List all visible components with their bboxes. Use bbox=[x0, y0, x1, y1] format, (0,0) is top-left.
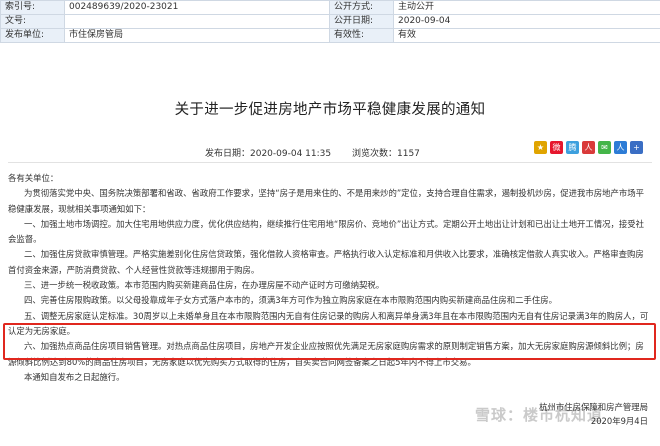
share-toolbar: ★ 微腾人 ✉ 人 + bbox=[534, 141, 643, 154]
greeting: 各有关单位： bbox=[8, 173, 59, 183]
docno-label: 文号: bbox=[0, 14, 65, 29]
more-icon[interactable]: + bbox=[630, 141, 643, 154]
issuer-label: 发布单位: bbox=[0, 28, 65, 43]
divider bbox=[8, 162, 652, 163]
favorite-icon[interactable]: ★ bbox=[534, 141, 547, 154]
paragraph-2: 二、加强住房贷款审慎管理。严格实施差别化住房信贷政策，强化借款人资格审查。严格执… bbox=[8, 249, 644, 275]
closing-line: 本通知自发布之日起施行。 bbox=[24, 371, 125, 382]
signature-org: 杭州市住房保障和房产管理局 bbox=[539, 402, 648, 412]
index-label: 索引号: bbox=[0, 0, 65, 15]
highlight-box bbox=[3, 323, 656, 360]
paragraph-4: 四、完善住房限购政策。以父母投靠成年子女方式落户本市的，须满3年方可作为独立购房… bbox=[24, 295, 557, 306]
issuer-value: 市住保房管局 bbox=[64, 28, 330, 43]
disclosure-label: 公开方式: bbox=[329, 0, 394, 15]
disclosure-value: 主动公开 bbox=[393, 0, 660, 15]
renren-icon[interactable]: 人 bbox=[582, 141, 595, 154]
date-value: 2020-09-04 bbox=[393, 14, 660, 29]
page-title: 关于进一步促进房地产市场平稳健康发展的通知 bbox=[174, 102, 486, 118]
docno-value bbox=[64, 14, 330, 29]
document-meta-table: 索引号: 002489639/2020-23021 公开方式: 主动公开 文号:… bbox=[0, 0, 660, 43]
date-label: 公开日期: bbox=[329, 14, 394, 29]
signature-block: 杭州市住房保障和房产管理局 2020年9月4日 bbox=[539, 402, 648, 429]
validity-value: 有效 bbox=[393, 28, 660, 43]
weibo-icon[interactable]: 微 bbox=[550, 141, 563, 154]
wechat-icon[interactable]: ✉ bbox=[598, 141, 611, 154]
paragraph-1: 一、加强土地市场调控。加大住宅用地供应力度，优化供应结构，继续推行住宅用地“限房… bbox=[8, 218, 645, 245]
paragraph-intro: 为贯彻落实党中央、国务院决策部署和省政、省政府工作要求，坚持“房子是用来住的、不… bbox=[8, 188, 645, 214]
validity-label: 有效性: bbox=[329, 28, 394, 43]
people-icon[interactable]: 人 bbox=[614, 141, 627, 154]
paragraph-3: 三、进一步统一税收政策。本市范围内购买新建商品住房，在办理房屋不动产证时方可缴纳… bbox=[24, 280, 385, 291]
view-count: 浏览次数：1157 bbox=[352, 149, 420, 159]
tencent-weibo-icon[interactable]: 腾 bbox=[566, 141, 579, 154]
publish-time: 发布日期：2020-09-04 11:35 bbox=[205, 149, 332, 159]
signature-date: 2020年9月4日 bbox=[590, 416, 648, 426]
index-value: 002489639/2020-23021 bbox=[64, 0, 330, 15]
